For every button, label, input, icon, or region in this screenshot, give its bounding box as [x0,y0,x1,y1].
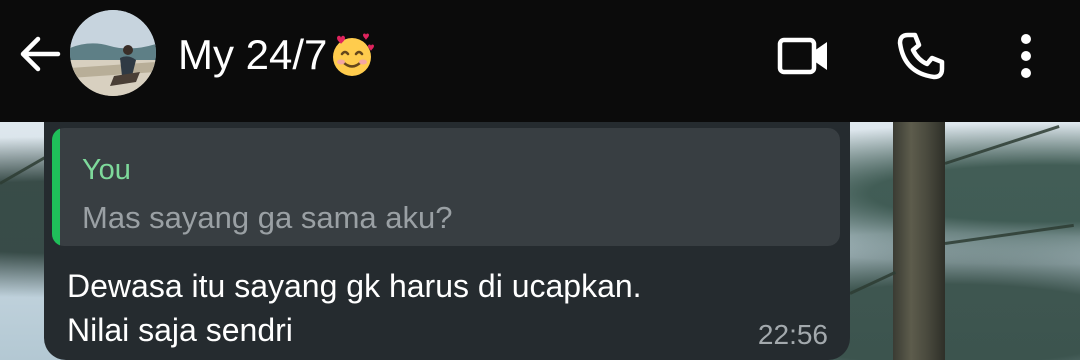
incoming-message-bubble[interactable]: You Mas sayang ga sama aku? Dewasa itu s… [44,122,850,360]
contact-name[interactable]: My 24/7 [178,28,375,82]
quoted-author: You [82,154,131,186]
quoted-text: Mas sayang ga sama aku? [82,200,453,235]
back-button[interactable] [14,28,66,80]
chat-header: My 24/7 [0,0,1080,122]
phone-icon [897,32,945,80]
quoted-message[interactable]: You Mas sayang ga sama aku? [52,128,840,246]
voice-call-button[interactable] [893,28,949,84]
tree-branch [849,271,896,295]
tree-branch [944,223,1074,245]
arrow-left-icon [20,36,61,72]
more-vertical-icon [1021,34,1031,78]
tree-trunk [893,122,945,360]
smiling-face-with-hearts-icon [333,33,375,76]
chat-screen: My 24/7 You Mas sayang ga sama aku? Dewa… [0,0,1080,360]
avatar-photo [70,10,156,96]
contact-name-text: My 24/7 [178,31,328,78]
quote-accent-bar [52,128,60,246]
message-timestamp: 22:56 [757,319,828,350]
more-options-button[interactable] [998,28,1054,84]
tree-branch [944,124,1060,165]
video-call-button[interactable] [776,28,832,84]
avatar[interactable] [70,10,156,96]
message-text: Dewasa itu sayang gk harus di ucapkan. N… [67,268,642,348]
video-camera-icon [777,37,827,75]
